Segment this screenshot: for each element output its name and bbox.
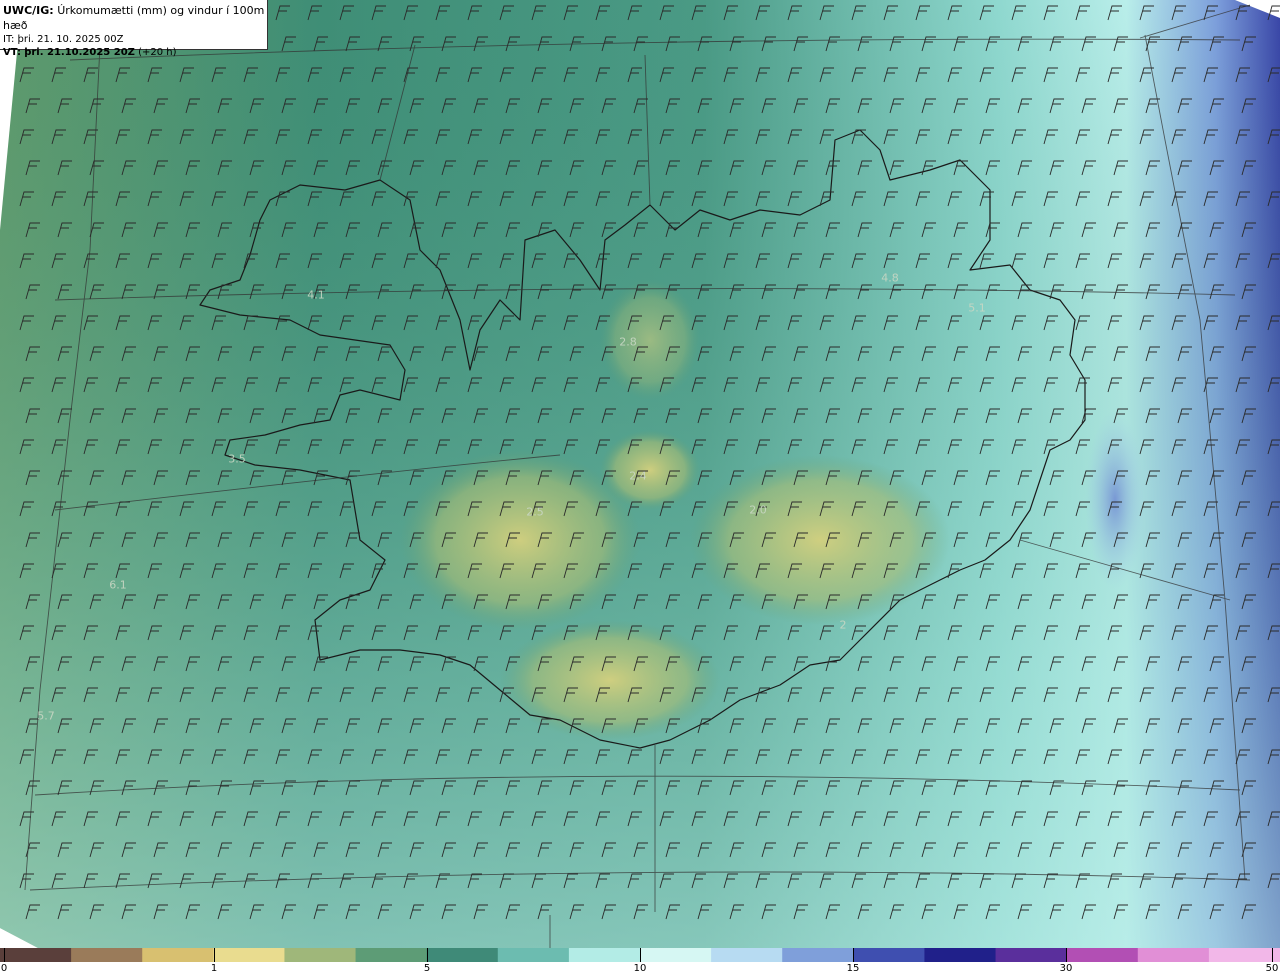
colorbar-segment xyxy=(426,948,499,962)
colorbar-segment xyxy=(568,948,641,962)
colorbar-segment xyxy=(355,948,428,962)
dry-region-central xyxy=(600,430,700,510)
colorbar-segment xyxy=(142,948,215,962)
map-value-label: 3.5 xyxy=(228,452,246,466)
colorbar-segment xyxy=(213,948,286,962)
colorbar-tick-label: 5 xyxy=(423,963,431,974)
colorbar-tick-label: 15 xyxy=(846,963,860,974)
colorbar-segment xyxy=(1066,948,1139,962)
valid-time-line: VT: þri. 21.10.2025 20Z (+20 h) xyxy=(3,46,267,59)
colorbar-tick-label: 1 xyxy=(210,963,218,974)
map-value-label: 2.8 xyxy=(619,335,637,349)
colorbar-tick-mark xyxy=(4,948,5,962)
map-value-label: 2.0 xyxy=(749,503,767,517)
colorbar-tick-label: 30 xyxy=(1059,963,1073,974)
map-value-label: 4.8 xyxy=(881,271,899,285)
colorbar-segment xyxy=(284,948,357,962)
init-time-line: IT: þri. 21. 10. 2025 00Z xyxy=(3,33,267,46)
map-value-label: 2.4 xyxy=(629,469,647,483)
colorbar-segment xyxy=(1137,948,1210,962)
lead-time: (+20 h) xyxy=(138,47,177,58)
colorbar-tick-mark xyxy=(1066,948,1067,962)
map-value-label: 6.1 xyxy=(109,578,127,592)
dry-region-vatnajokull xyxy=(690,455,950,625)
colorbar-segment xyxy=(853,948,926,962)
info-title-line: UWC/IG: Úrkomumætti (mm) og vindur í 100… xyxy=(3,3,267,33)
model-name: UWC/IG: xyxy=(3,4,54,17)
colorbar-tick-mark xyxy=(214,948,215,962)
colorbar-tick-label: 10 xyxy=(633,963,647,974)
colorbar-segment xyxy=(711,948,784,962)
dry-region-north xyxy=(600,280,700,400)
colorbar-tick-label: 0 xyxy=(0,963,8,974)
colorbar-tick-mark xyxy=(640,948,641,962)
colorbar-segment xyxy=(71,948,144,962)
forecast-info-box: UWC/IG: Úrkomumætti (mm) og vindur í 100… xyxy=(0,0,268,58)
colorbar-segment xyxy=(1208,948,1280,962)
colorbar-tick-mark xyxy=(1272,948,1273,962)
map-value-label: 5.7 xyxy=(37,709,55,723)
colorbar-segment xyxy=(640,948,713,962)
valid-label: VT: xyxy=(3,47,22,58)
colorbar-tick-mark xyxy=(853,948,854,962)
init-label: IT: xyxy=(3,34,15,45)
colorbar-tick-mark xyxy=(427,948,428,962)
colorbar-ticks: 0 1 5 10 15 30 50 xyxy=(0,962,1280,978)
high-precip-band xyxy=(1085,410,1145,590)
colorbar-segment xyxy=(924,948,997,962)
weather-map: 4.1 2.8 4.8 5.1 3.5 2.4 2.5 2.0 6.1 2 5.… xyxy=(0,0,1280,948)
colorbar-segment xyxy=(0,948,73,962)
colorbar-segment xyxy=(782,948,855,962)
colorbar-segment xyxy=(995,948,1068,962)
map-value-label: 2 xyxy=(839,618,847,632)
map-value-label: 4.1 xyxy=(307,288,325,302)
map-value-label: 2.5 xyxy=(526,505,544,519)
init-time: þri. 21. 10. 2025 00Z xyxy=(17,34,124,45)
colorbar-tick-label: 50 xyxy=(1265,963,1279,974)
valid-time: þri. 21.10.2025 20Z xyxy=(24,47,135,58)
map-value-label: 5.1 xyxy=(968,301,986,315)
colorbar-segment xyxy=(497,948,570,962)
